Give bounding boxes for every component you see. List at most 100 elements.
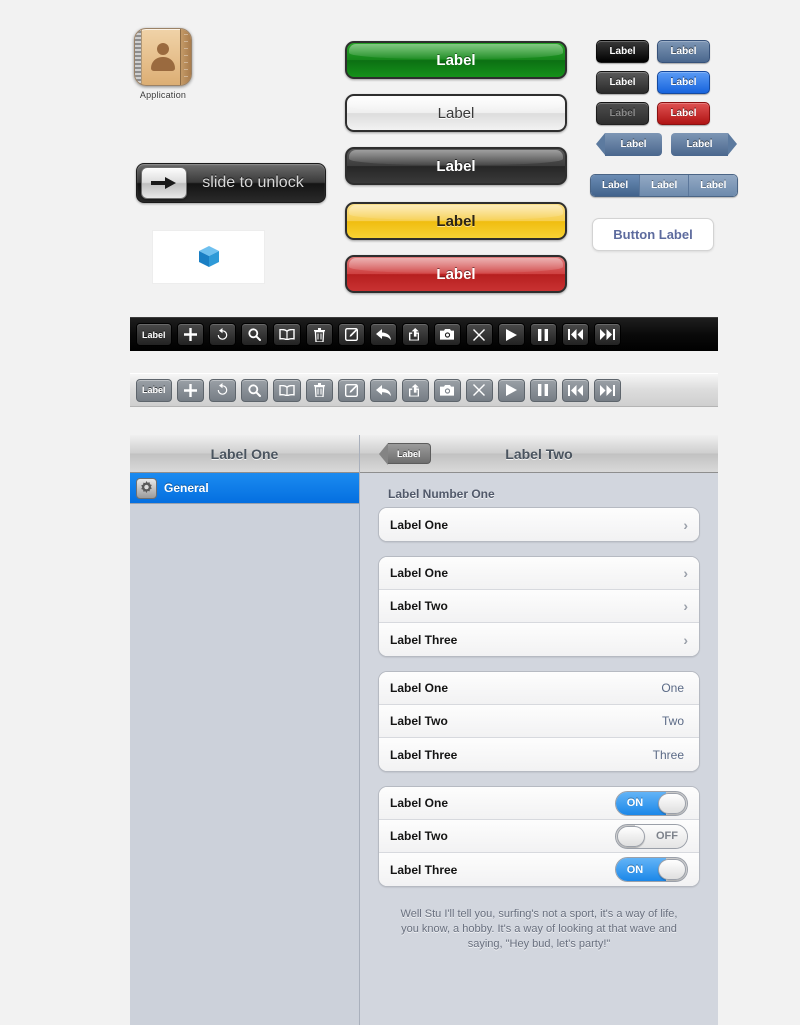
segment-1[interactable]: Label	[591, 175, 640, 196]
toolbar-light: Label	[130, 373, 718, 407]
slider-handle[interactable]	[141, 167, 187, 199]
switch-knob[interactable]	[617, 825, 645, 847]
toggle-switch-three[interactable]: ON	[615, 857, 688, 882]
small-button-steel[interactable]: Label	[657, 40, 710, 63]
big-button-red[interactable]: Label	[345, 255, 567, 293]
chevron-right-icon: ›	[683, 598, 688, 614]
fast-forward-icon[interactable]	[593, 323, 621, 346]
master-title: Label One	[210, 445, 279, 462]
nav-arrow-button-row: Label Label	[596, 133, 737, 156]
small-button-gray[interactable]: Label	[596, 71, 649, 94]
switch-knob[interactable]	[658, 792, 686, 814]
book-spine-right	[180, 29, 191, 85]
toolbar-label-button[interactable]: Label	[136, 378, 172, 402]
big-button-label: Label	[436, 157, 476, 175]
refresh-icon[interactable]	[208, 378, 236, 402]
rewind-icon[interactable]	[561, 378, 589, 402]
toolbar-label-text: Label	[142, 329, 166, 340]
refresh-icon[interactable]	[208, 323, 236, 346]
cell-title: Label Two	[390, 599, 448, 613]
table-row[interactable]: Label One ›	[379, 557, 699, 590]
pause-icon[interactable]	[529, 323, 557, 346]
small-button-black[interactable]: Label	[596, 40, 649, 63]
book-icon[interactable]	[272, 323, 301, 346]
detail-navigation-bar: Label Label Two	[360, 435, 718, 473]
search-icon[interactable]	[240, 323, 268, 346]
book-icon[interactable]	[272, 378, 301, 402]
play-icon[interactable]	[497, 378, 525, 402]
group-footer-text: Well Stu I'll tell you, surfing's not a …	[400, 908, 678, 950]
segment-3[interactable]: Label	[688, 175, 738, 196]
table-row[interactable]: Label Two Two	[379, 705, 699, 738]
play-icon[interactable]	[497, 323, 525, 346]
back-button-label: Label	[397, 448, 421, 459]
big-button-white[interactable]: Label	[345, 94, 567, 132]
toolbar-label-button[interactable]: Label	[136, 323, 172, 346]
cell-value: Three	[652, 747, 684, 762]
compose-icon[interactable]	[337, 378, 365, 402]
small-button-label: Label	[609, 46, 636, 57]
big-button-dark[interactable]: Label	[345, 147, 567, 185]
reply-icon[interactable]	[369, 323, 397, 346]
close-icon[interactable]	[465, 378, 493, 402]
share-icon[interactable]	[401, 378, 429, 402]
segment-2[interactable]: Label	[639, 175, 689, 196]
detail-title: Label Two	[505, 445, 573, 462]
table-row[interactable]: Label One ›	[379, 508, 699, 541]
segmented-control[interactable]: Label Label Label	[590, 174, 739, 197]
white-button[interactable]: Button Label	[592, 218, 714, 251]
sidebar-item-label: General	[164, 481, 209, 495]
cell-value: Two	[661, 714, 684, 728]
big-button-label: Label	[436, 212, 476, 230]
camera-icon[interactable]	[433, 378, 461, 402]
big-button-label: Label	[436, 265, 476, 283]
segment-label: Label	[700, 180, 727, 191]
book-spine-left	[135, 29, 142, 85]
toggle-switch-two[interactable]: OFF	[615, 823, 688, 849]
search-icon[interactable]	[240, 378, 268, 402]
compose-icon[interactable]	[337, 323, 365, 346]
cell-title: Label One	[390, 796, 449, 810]
arrow-right-icon	[151, 177, 176, 189]
cell-title: Label Two	[390, 829, 448, 843]
person-silhouette-icon	[150, 43, 176, 73]
table-row: Label Three ON	[379, 853, 699, 886]
toggle-switch-one[interactable]: ON	[615, 790, 688, 816]
trash-icon[interactable]	[305, 323, 333, 346]
back-arrow-button[interactable]: Label	[596, 133, 662, 156]
pause-icon[interactable]	[529, 378, 557, 402]
switch-knob[interactable]	[658, 859, 686, 880]
plus-icon[interactable]	[176, 323, 204, 346]
sidebar-item-general[interactable]: General	[130, 473, 359, 504]
back-button[interactable]: Label	[379, 443, 431, 465]
gear-icon	[136, 477, 157, 499]
small-button-label: Label	[670, 108, 697, 119]
table-row[interactable]: Label Two ›	[379, 590, 699, 623]
forward-arrow-button[interactable]: Label	[671, 133, 737, 156]
camera-icon[interactable]	[433, 323, 461, 346]
application-icon-group[interactable]: Application	[130, 28, 196, 100]
big-button-yellow[interactable]: Label	[345, 202, 567, 240]
big-button-green[interactable]: Label	[345, 41, 567, 79]
toolbar-label-text: Label	[142, 385, 166, 395]
rewind-icon[interactable]	[561, 323, 589, 346]
reply-icon[interactable]	[369, 378, 397, 402]
plus-icon[interactable]	[176, 378, 204, 402]
table-row[interactable]: Label One One	[379, 672, 699, 705]
small-button-disabled: Label	[596, 102, 649, 125]
slide-to-unlock[interactable]: slide to unlock	[136, 163, 326, 203]
close-icon[interactable]	[465, 323, 493, 346]
trash-icon[interactable]	[305, 378, 333, 402]
contacts-book-icon[interactable]	[134, 28, 192, 86]
split-view-master-pane: Label One General	[130, 435, 360, 1025]
white-button-label: Button Label	[613, 227, 693, 242]
small-button-red[interactable]: Label	[657, 102, 710, 125]
slide-to-unlock-text: slide to unlock	[202, 174, 304, 191]
share-icon[interactable]	[401, 323, 429, 346]
small-button-blue[interactable]: Label	[657, 71, 710, 94]
segment-label: Label	[651, 180, 678, 191]
table-row[interactable]: Label Three Three	[379, 738, 699, 771]
table-group-values: Label One One Label Two Two Label Three …	[378, 671, 700, 772]
table-row[interactable]: Label Three ›	[379, 623, 699, 656]
fast-forward-icon[interactable]	[593, 378, 621, 402]
